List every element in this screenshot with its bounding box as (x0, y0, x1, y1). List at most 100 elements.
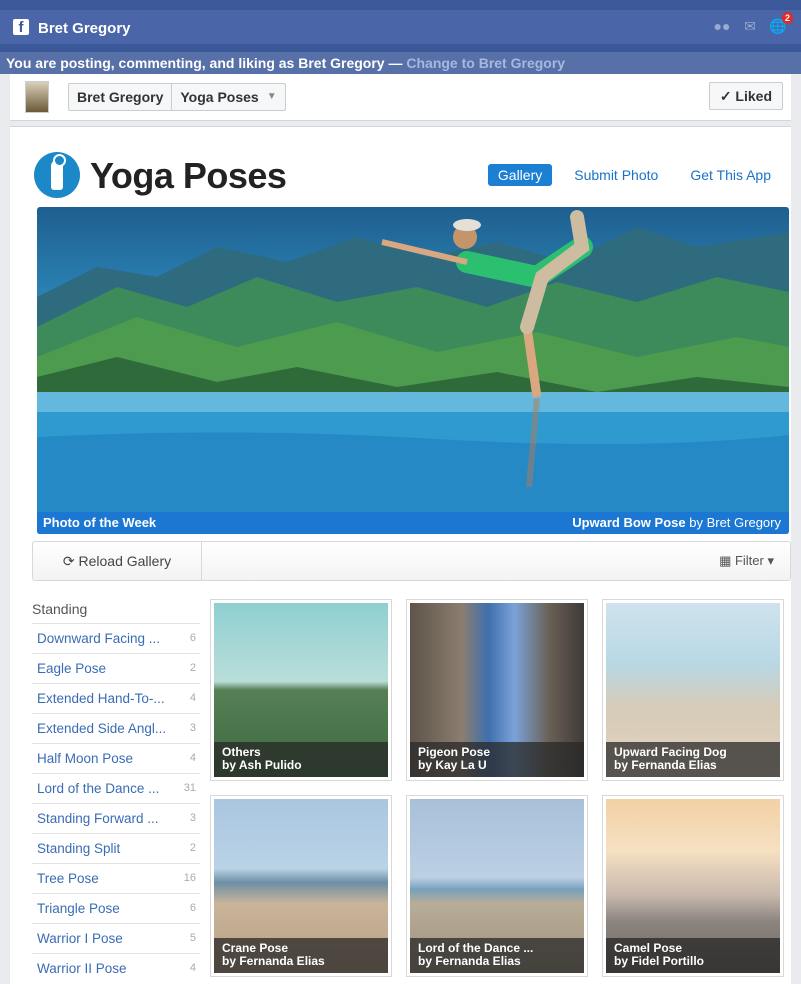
gallery-toolbar: ⟳ Reload Gallery ▦ Filter ▾ (32, 541, 791, 581)
hero-pose[interactable]: Upward Bow Pose (572, 515, 685, 530)
facebook-logo-icon[interactable]: f (13, 19, 29, 36)
sidebar-item-label: Triangle Pose (37, 901, 120, 916)
change-identity-link[interactable]: Change to Bret Gregory (406, 55, 565, 71)
gallery-card-others[interactable]: Others by Ash Pulido (210, 599, 392, 781)
messages-icon[interactable]: ✉ (741, 18, 759, 34)
card-author: by Fernanda Elias (614, 758, 717, 772)
hero-caption: Photo of the Week Upward Bow Pose by Bre… (37, 512, 789, 534)
sidebar-item-triangle-pose[interactable]: Triangle Pose 6 (32, 893, 200, 923)
liked-button[interactable]: ✓ Liked (708, 82, 783, 110)
sidebar-heading: Standing (32, 601, 88, 617)
posting-as-bar: You are posting, commenting, and liking … (0, 52, 801, 74)
sidebar-item-label: Standing Forward ... (37, 811, 159, 826)
gallery-card-camel-pose[interactable]: Camel Pose by Fidel Portillo (602, 795, 784, 977)
sidebar-item-count: 2 (189, 842, 196, 854)
tab-gallery[interactable]: Gallery (487, 164, 553, 186)
sidebar-item-label: Extended Hand-To-... (37, 691, 165, 706)
sidebar-item-label: Downward Facing ... (37, 631, 161, 646)
sidebar-item-count: 31 (183, 782, 196, 794)
sidebar-item-count: 6 (189, 902, 196, 914)
gallery-photo: Others by Ash Pulido (214, 603, 388, 777)
sidebar-item-label: Warrior I Pose (37, 931, 123, 946)
sidebar-item-label: Extended Side Angl... (37, 721, 167, 736)
tab-submit-photo[interactable]: Submit Photo (564, 164, 668, 186)
sidebar-item-warrior-i-pose[interactable]: Warrior I Pose 5 (32, 923, 200, 953)
reload-gallery-button[interactable]: ⟳ Reload Gallery (33, 542, 202, 580)
grid-icon: ▦ (719, 553, 735, 568)
gallery-photo: Pigeon Pose by Kay La U (410, 603, 584, 777)
hero-photo (37, 210, 789, 534)
card-caption: Others by Ash Pulido (214, 742, 388, 777)
sidebar-item-count: 6 (189, 632, 196, 644)
posting-as-message: You are posting, commenting, and liking … (6, 55, 407, 71)
sidebar-item-downward-facing[interactable]: Downward Facing ... 6 (32, 623, 200, 653)
filter-button[interactable]: ▦ Filter ▾ (719, 542, 774, 580)
fb-user-name[interactable]: Bret Gregory (38, 20, 131, 37)
refresh-icon: ⟳ (62, 553, 79, 569)
sidebar-item-count: 5 (189, 932, 196, 944)
sidebar-item-count: 4 (189, 962, 196, 974)
sidebar-item-count: 4 (189, 692, 196, 704)
page-title: Yoga Poses (90, 155, 287, 196)
avatar[interactable] (25, 81, 49, 113)
photo-of-week-label: Photo of the Week (43, 515, 157, 530)
card-author: by Fidel Portillo (614, 954, 705, 968)
card-caption: Upward Facing Dog by Fernanda Elias (606, 742, 780, 777)
sidebar-item-count: 16 (183, 872, 196, 884)
gallery-photo: Upward Facing Dog by Fernanda Elias (606, 603, 780, 777)
card-author: by Fernanda Elias (418, 954, 521, 968)
gallery-photo: Camel Pose by Fidel Portillo (606, 799, 780, 973)
notification-badge: 2 (781, 12, 793, 24)
sidebar-item-standing-split[interactable]: Standing Split 2 (32, 833, 200, 863)
fb-jewel-icons: ●● ✉ 🌐 2 (713, 12, 793, 34)
yoga-logo-icon (34, 152, 80, 198)
card-author: by Fernanda Elias (222, 954, 325, 968)
app-nav: Gallery Submit Photo Get This App (487, 164, 781, 186)
chevron-down-icon: ▾ (763, 553, 774, 568)
sidebar-item-eagle-pose[interactable]: Eagle Pose 2 (32, 653, 200, 683)
breadcrumb-page[interactable]: Yoga Poses (172, 84, 266, 110)
sidebar-item-label: Half Moon Pose (37, 751, 134, 766)
page-bar: Bret Gregory Yoga Poses ▼ ✓ Liked (10, 74, 791, 121)
card-author: by Kay La U (418, 758, 487, 772)
card-caption: Crane Pose by Fernanda Elias (214, 938, 388, 973)
pose-category-sidebar: Standing Downward Facing ... 6 Eagle Pose… (32, 599, 200, 983)
hero-author[interactable]: Bret Gregory (707, 515, 781, 530)
card-caption: Camel Pose by Fidel Portillo (606, 938, 780, 973)
sidebar-item-label: Lord of the Dance ... (37, 781, 160, 796)
sidebar-item-count: 3 (189, 722, 196, 734)
breadcrumb: Bret Gregory Yoga Poses ▼ (68, 83, 286, 111)
gallery-photo: Lord of the Dance ... by Fernanda Elias (410, 799, 584, 973)
sidebar-item-tree-pose[interactable]: Tree Pose 16 (32, 863, 200, 893)
hero-credit: Upward Bow Pose by Bret Gregory (572, 512, 781, 534)
gallery-card-pigeon-pose[interactable]: Pigeon Pose by Kay La U (406, 599, 588, 781)
facebook-top-bar: f Bret Gregory ●● ✉ 🌐 2 (0, 0, 801, 52)
hero-by-word: by (685, 515, 707, 530)
sidebar-item-half-moon-pose[interactable]: Half Moon Pose 4 (32, 743, 200, 773)
sidebar-item-label: Eagle Pose (37, 661, 107, 676)
sidebar-item-label: Tree Pose (37, 871, 99, 886)
filter-label: Filter (734, 553, 764, 568)
photo-of-the-week[interactable]: Photo of the Week Upward Bow Pose by Bre… (37, 207, 789, 534)
sidebar-item-label: Warrior II Pose (37, 961, 127, 976)
friend-requests-icon[interactable]: ●● (713, 18, 731, 34)
sidebar-item-extended-side-angle[interactable]: Extended Side Angl... 3 (32, 713, 200, 743)
sidebar-item-warrior-ii-pose[interactable]: Warrior II Pose 4 (32, 953, 200, 983)
breadcrumb-profile[interactable]: Bret Gregory (69, 84, 171, 110)
tab-get-this-app[interactable]: Get This App (680, 164, 781, 186)
sidebar-item-count: 4 (189, 752, 196, 764)
sidebar-item-label: Standing Split (37, 841, 121, 856)
sidebar-item-standing-forward[interactable]: Standing Forward ... 3 (32, 803, 200, 833)
gallery-card-crane-pose[interactable]: Crane Pose by Fernanda Elias (210, 795, 392, 977)
reload-label: Reload Gallery (78, 553, 172, 569)
chevron-down-icon[interactable]: ▼ (267, 84, 285, 110)
gallery-photo: Crane Pose by Fernanda Elias (214, 799, 388, 973)
sidebar-item-count: 2 (189, 662, 196, 674)
sidebar-item-count: 3 (189, 812, 196, 824)
sidebar-item-lord-of-the-dance[interactable]: Lord of the Dance ... 31 (32, 773, 200, 803)
sidebar-item-extended-hand-to[interactable]: Extended Hand-To-... 4 (32, 683, 200, 713)
gallery-card-lord-of-the-dance[interactable]: Lord of the Dance ... by Fernanda Elias (406, 795, 588, 977)
notifications-icon[interactable]: 🌐 2 (769, 12, 793, 34)
card-caption: Pigeon Pose by Kay La U (410, 742, 584, 777)
gallery-card-upward-facing-dog[interactable]: Upward Facing Dog by Fernanda Elias (602, 599, 784, 781)
